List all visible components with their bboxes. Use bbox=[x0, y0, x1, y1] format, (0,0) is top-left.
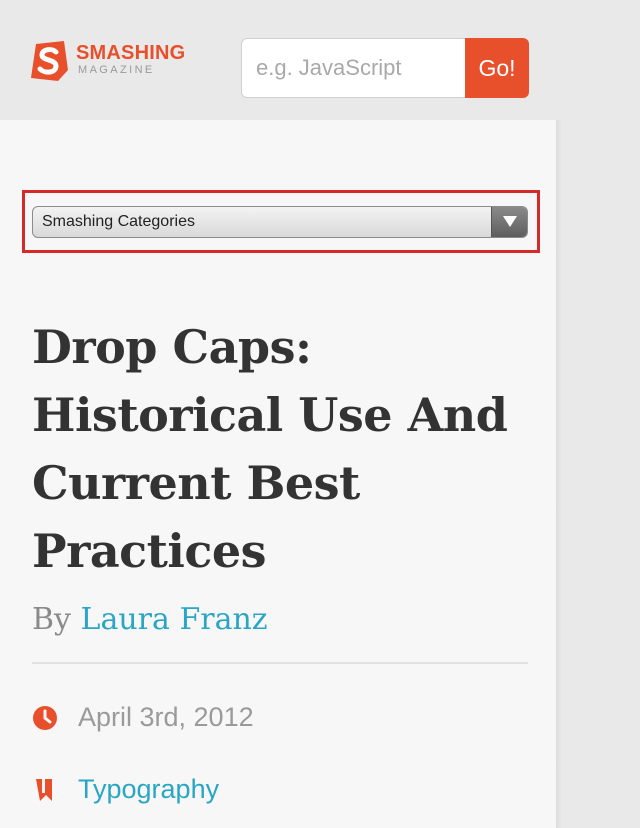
search-input[interactable] bbox=[241, 38, 465, 98]
category-select-value: Smashing Categories bbox=[42, 213, 195, 230]
logo-wordmark: SMASHING bbox=[76, 42, 186, 64]
author-link[interactable]: Laura Franz bbox=[81, 602, 268, 637]
smashing-s-logo-icon bbox=[31, 41, 68, 81]
byline: By Laura Franz bbox=[32, 602, 268, 637]
chevron-down-icon bbox=[503, 216, 517, 227]
category-link[interactable]: Typography bbox=[78, 774, 219, 805]
logo-subline: MAGAZINE bbox=[78, 64, 155, 76]
publish-date: April 3rd, 2012 bbox=[78, 702, 254, 732]
card-shadow bbox=[556, 120, 562, 828]
site-logo[interactable]: SMASHING MAGAZINE bbox=[28, 40, 198, 82]
clock-icon bbox=[33, 706, 57, 730]
bookmark-icon bbox=[36, 779, 52, 801]
search-go-button[interactable]: Go! bbox=[465, 38, 529, 98]
divider bbox=[32, 662, 528, 664]
select-arrow-button[interactable] bbox=[491, 207, 527, 237]
byline-prefix: By bbox=[32, 602, 71, 637]
category-select[interactable]: Smashing Categories bbox=[32, 206, 528, 238]
site-header: SMASHING MAGAZINE Go! bbox=[0, 0, 640, 120]
article-title: Drop Caps: Historical Use And Current Be… bbox=[32, 320, 508, 578]
